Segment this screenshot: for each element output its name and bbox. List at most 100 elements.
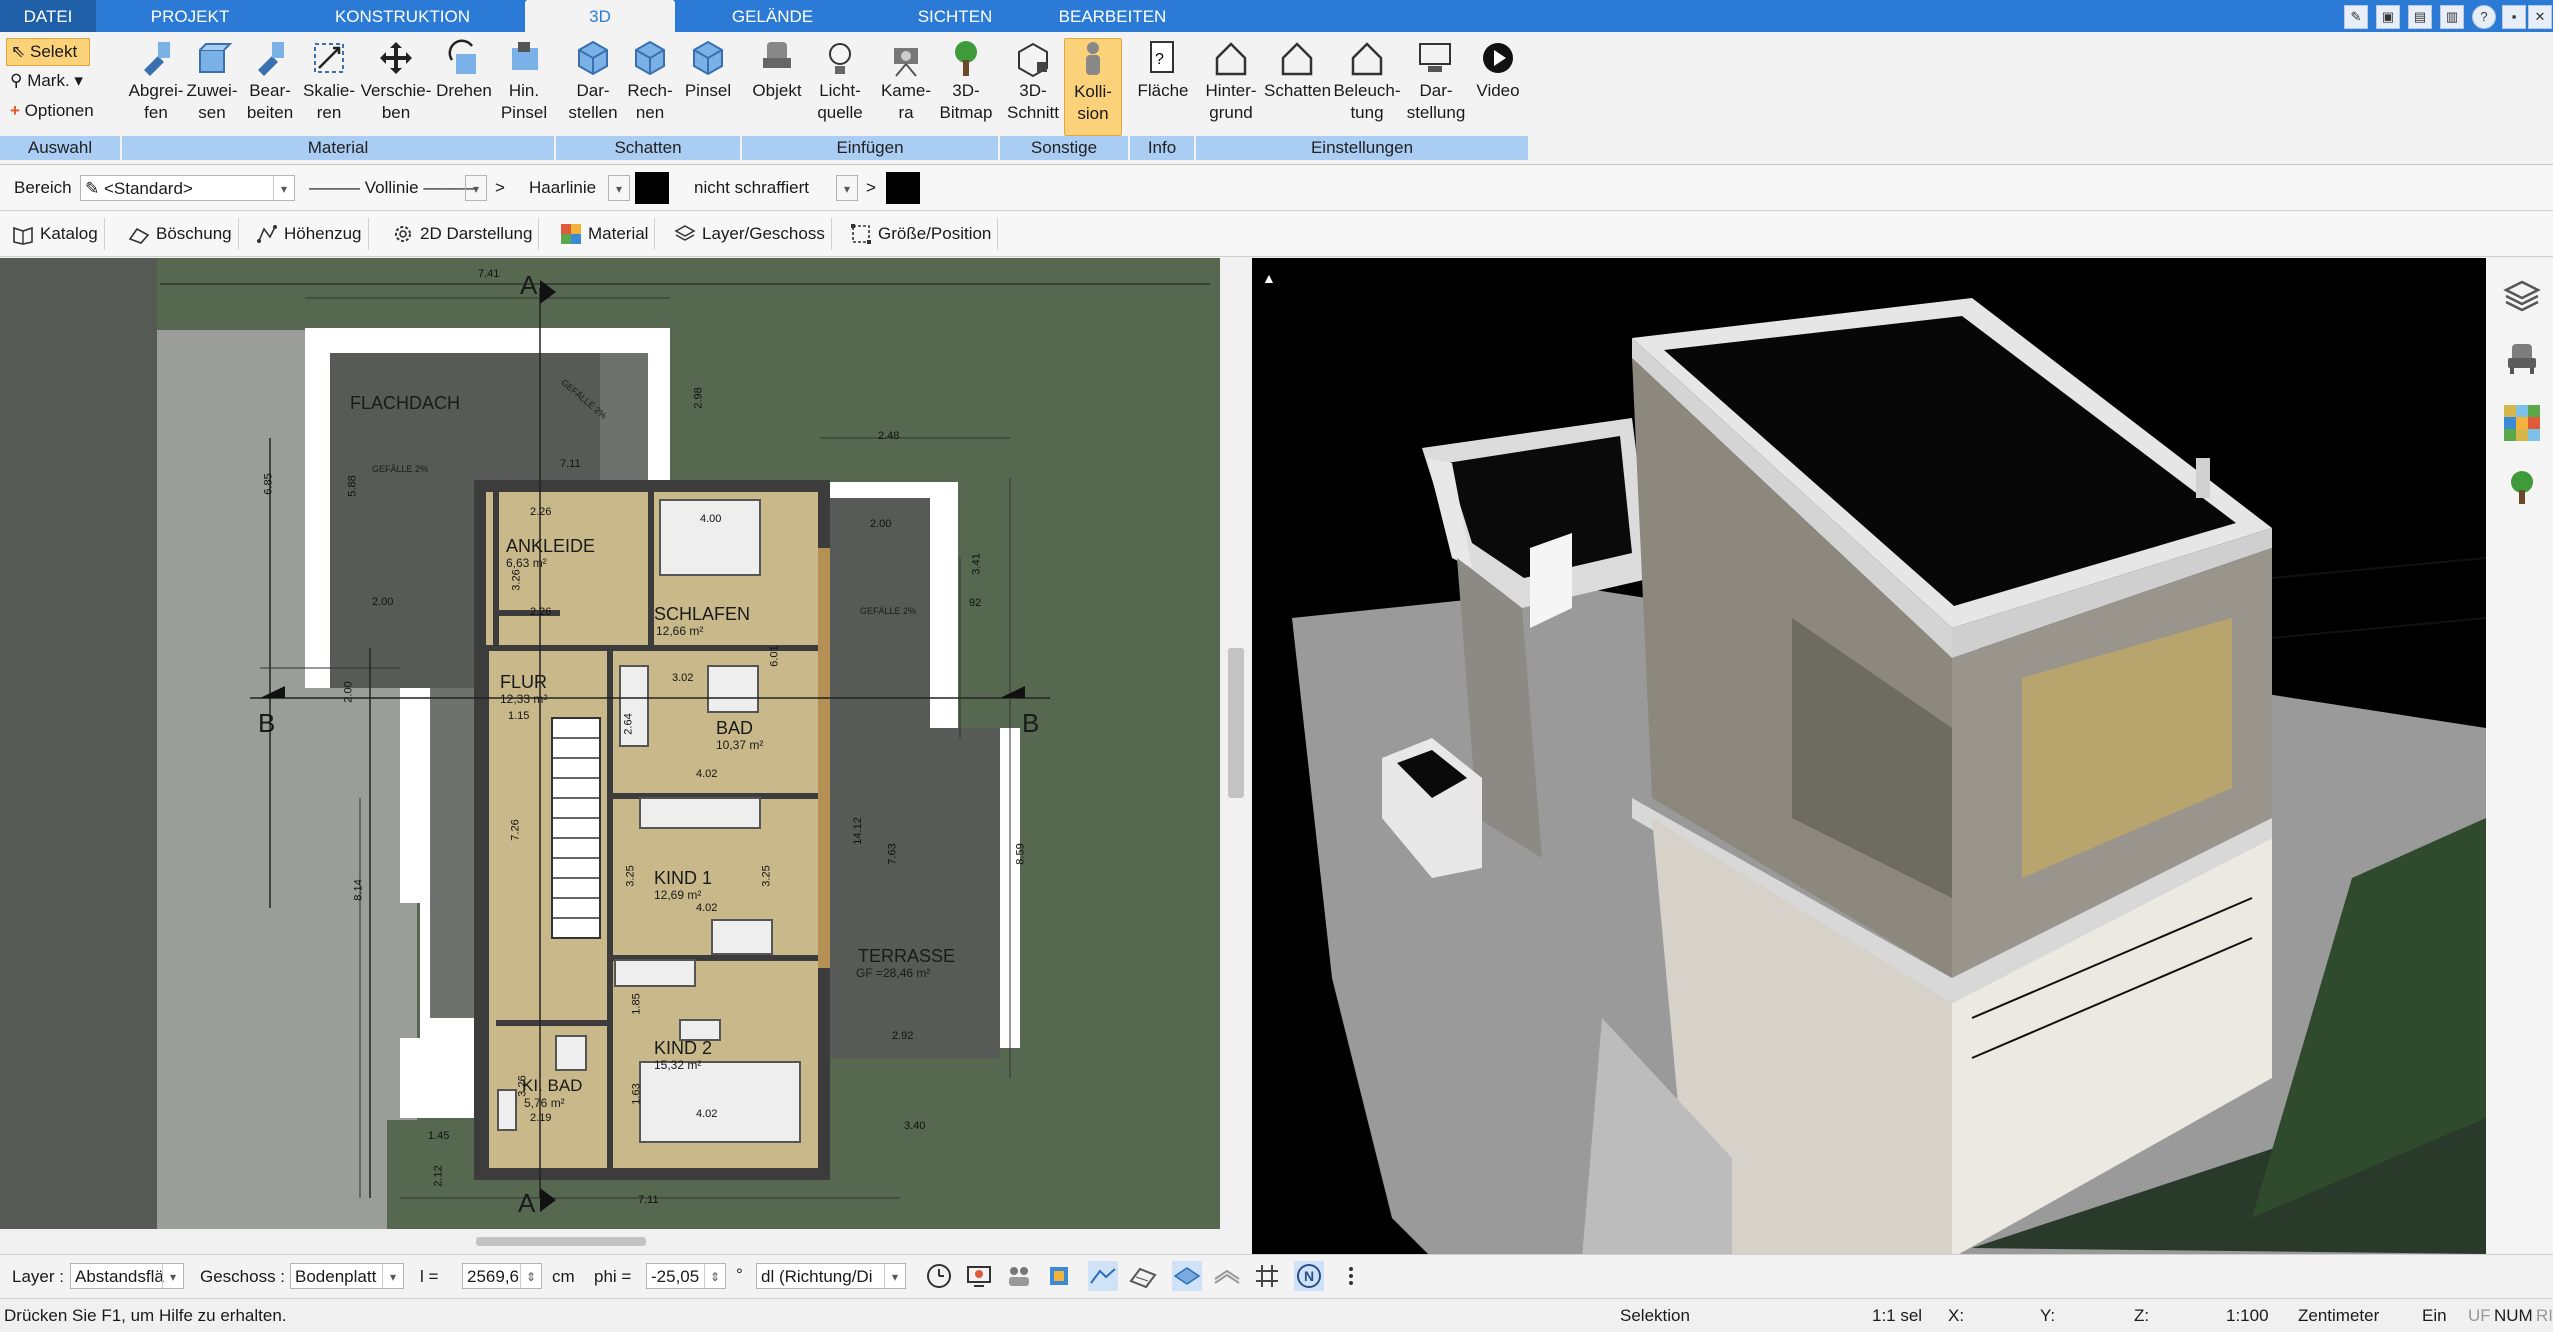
bearbeiten-button[interactable]: Bear-beiten: [242, 38, 298, 134]
tree-icon[interactable]: [2502, 468, 2542, 508]
layer-geschoss-label: Layer/Geschoss: [702, 224, 825, 243]
layer-geschoss-button[interactable]: Layer/Geschoss: [668, 218, 832, 250]
help-icon[interactable]: ?: [2472, 5, 2496, 29]
video-button[interactable]: Video: [1466, 38, 1530, 134]
zuweisen-button[interactable]: Zuwei-sen: [184, 38, 240, 134]
options-button[interactable]: + Optionen: [6, 98, 98, 124]
3d-view[interactable]: ▲: [1252, 258, 2486, 1254]
flaeche-button[interactable]: ? Fläche: [1132, 38, 1194, 134]
objekt-button[interactable]: Objekt: [746, 38, 808, 134]
drehen-button[interactable]: Drehen: [432, 38, 496, 134]
hatch-mode-icon[interactable]: [1128, 1261, 1158, 1291]
stepper-icon[interactable]: ⇕: [520, 1264, 541, 1288]
line-style-combo[interactable]: ——— Vollinie ——— ▾: [305, 175, 487, 201]
line-style-more[interactable]: >: [495, 178, 505, 198]
bereich-combo[interactable]: ✎ <Standard> ▾: [80, 175, 295, 201]
monitor-icon[interactable]: [964, 1261, 994, 1291]
stepper-icon[interactable]: ⇕: [704, 1264, 725, 1288]
scale-sel-text: 1:1 sel: [1872, 1306, 1923, 1325]
floor-plan-drawing: [0, 258, 1220, 1229]
kamera-button[interactable]: Kame-ra: [874, 38, 938, 134]
people-icon[interactable]: [1004, 1261, 1034, 1291]
thickness-combo[interactable]: Haarlinie ▾: [525, 175, 630, 201]
dimension-label: 3.25: [760, 865, 773, 887]
material-palette-icon[interactable]: [2502, 403, 2542, 443]
rechnen-button[interactable]: Rech-nen: [622, 38, 678, 134]
plan-vertical-scrollbar[interactable]: [1220, 258, 1252, 1229]
layer-combo[interactable]: Abstandsflä ▾: [70, 1263, 184, 1289]
tab-datei[interactable]: DATEI: [0, 0, 96, 32]
hin-pinsel-button[interactable]: Hin. Pinsel: [496, 38, 552, 134]
folder-icon[interactable]: ▥: [2440, 5, 2464, 29]
kollision-button[interactable]: Kolli-sion: [1064, 38, 1122, 136]
abgreifen-button[interactable]: Abgrei-fen: [122, 38, 190, 134]
dl-combo[interactable]: dl (Richtung/Di ▾: [756, 1263, 906, 1289]
cube-color-icon[interactable]: [1044, 1261, 1074, 1291]
armchair-icon[interactable]: [2502, 338, 2542, 378]
terrain-mode-icon[interactable]: [1088, 1261, 1118, 1291]
more-options-icon[interactable]: [1336, 1261, 1366, 1291]
geschoss-combo[interactable]: Bodenplatt ▾: [290, 1263, 404, 1289]
tab-projekt[interactable]: PROJEKT: [130, 0, 250, 32]
katalog-button[interactable]: Katalog: [6, 218, 105, 250]
material-button[interactable]: Material: [554, 218, 656, 250]
tab-konstruktion[interactable]: KONSTRUKTION: [320, 0, 485, 32]
brush-icon: [242, 38, 298, 78]
hatch-more[interactable]: >: [866, 178, 876, 198]
dimension-label: 92: [969, 597, 982, 609]
darstellung-button-line1: Dar-: [1419, 81, 1453, 100]
arrow-icon: [300, 38, 358, 78]
3d-bitmap-button[interactable]: 3D- Bitmap: [936, 38, 996, 134]
beleuchtung-button[interactable]: Beleuch-tung: [1332, 38, 1402, 134]
tab-bearbeiten[interactable]: BEARBEITEN: [1040, 0, 1185, 32]
2d-darstellung-button[interactable]: 2D Darstellung: [386, 218, 540, 250]
skalieren-button[interactable]: Skalie-ren: [300, 38, 358, 134]
lichtquelle-button[interactable]: Licht-quelle: [808, 38, 872, 134]
window-icon[interactable]: ▤: [2408, 5, 2432, 29]
schatten-settings-button[interactable]: Schatten: [1264, 38, 1331, 134]
hin-pinsel-button-line1: Hin.: [508, 81, 540, 100]
darstellen-button[interactable]: Dar-stellen: [562, 38, 624, 134]
room-bad: BAD: [716, 718, 754, 738]
boeschung-button[interactable]: Böschung: [122, 218, 239, 250]
clock-icon[interactable]: [924, 1261, 954, 1291]
layers-icon[interactable]: [2502, 276, 2542, 316]
plan-hscroll-bar[interactable]: [476, 1237, 646, 1246]
north-icon[interactable]: N: [1294, 1261, 1324, 1291]
3d-schnitt-button[interactable]: 3D- Schnitt: [1002, 38, 1064, 134]
kamera-button-line2: ra: [898, 103, 914, 122]
darstellung-button[interactable]: Dar-stellung: [1404, 38, 1468, 134]
close-button[interactable]: ✕: [2528, 5, 2552, 29]
camera-icon: [874, 38, 938, 78]
hoehenzug-button[interactable]: Höhenzug: [250, 218, 369, 250]
groesse-position-button[interactable]: Größe/Position: [844, 218, 999, 250]
select-button[interactable]: ⇖ Selekt: [6, 38, 90, 66]
floor-plan-view[interactable]: A A B B FLACHDACH ANKLEIDE 6,63 m² SCHLA…: [0, 258, 1220, 1229]
plane-mode-icon[interactable]: [1172, 1261, 1202, 1291]
phi-input[interactable]: -25,05 ⇕: [646, 1263, 726, 1289]
hatch-combo[interactable]: nicht schraffiert ▾: [690, 175, 858, 201]
unit-text: Zentimeter: [2298, 1306, 2380, 1325]
mark-button[interactable]: ⚲ Mark. ▾: [6, 68, 87, 94]
tab-3d[interactable]: 3D: [525, 0, 675, 32]
surface-mode-icon[interactable]: [1212, 1261, 1242, 1291]
chair-icon: [746, 38, 808, 78]
line-color-swatch[interactable]: [635, 172, 669, 204]
plan-vscroll-thumb[interactable]: [1228, 648, 1244, 798]
hintergrund-button[interactable]: Hinter-grund: [1198, 38, 1264, 134]
collapse-arrow-icon[interactable]: ▲: [1262, 270, 1276, 286]
length-input[interactable]: 2569,6 ⇕: [462, 1263, 542, 1289]
dimension-label: 7.41: [478, 268, 500, 280]
tab-sichten[interactable]: SICHTEN: [880, 0, 1030, 32]
objekt-button-line1: Objekt: [752, 81, 802, 100]
grid-icon[interactable]: [1252, 1261, 1282, 1291]
fill-color-swatch[interactable]: [886, 172, 920, 204]
plan-hscroll-track[interactable]: [0, 1229, 1252, 1254]
layout-icon[interactable]: ▣: [2376, 5, 2400, 29]
phi-label: phi =: [594, 1267, 632, 1286]
tab-gelaende[interactable]: GELÄNDE: [700, 0, 845, 32]
minimize-button[interactable]: ▪: [2502, 5, 2526, 29]
tools-icon[interactable]: ✎: [2344, 5, 2368, 29]
verschieben-button[interactable]: Verschie-ben: [358, 38, 434, 134]
pinsel-button[interactable]: Pinsel: [680, 38, 736, 134]
